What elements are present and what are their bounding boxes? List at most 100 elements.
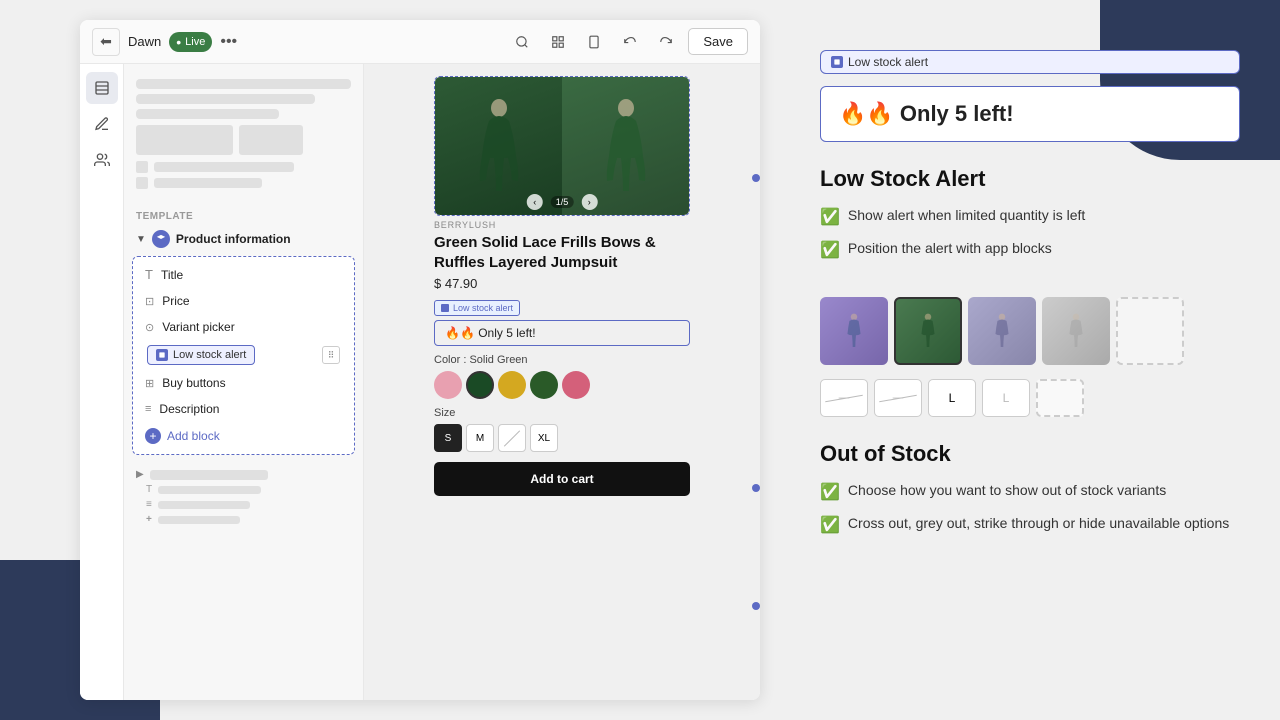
block-list-panel: T Title ⊡ Price ⊙ Variant picker (132, 256, 355, 455)
block-item-description[interactable]: ≡ Description (133, 396, 354, 422)
size-grid-empty (1036, 379, 1084, 417)
right-panel: Low stock alert 🔥🔥 Only 5 left! Low Stoc… (780, 0, 1280, 720)
editor-body: TEMPLATE ▼ Product information T Tit (80, 64, 760, 700)
block-item-low-stock[interactable]: Low stock alert ⠿ (137, 340, 350, 370)
main-layout: ⬅ Dawn Live ••• (0, 0, 1280, 720)
save-button[interactable]: Save (688, 28, 748, 55)
sidebar-icon-theme[interactable] (86, 108, 118, 140)
selection-dot-mr (752, 484, 760, 492)
block-item-price[interactable]: ⊡ Price (133, 288, 354, 314)
low-stock-alert-tag: Low stock alert (434, 300, 520, 316)
block-title-label: Title (161, 268, 183, 282)
product-info-label: Product information (176, 232, 291, 246)
color-swatch-dark-green[interactable] (530, 371, 558, 399)
add-to-cart-button[interactable]: Add to cart (434, 462, 690, 496)
size-grid-xs[interactable] (820, 379, 868, 417)
product-thumb-3 (968, 297, 1036, 365)
low-stock-tag-box (441, 304, 449, 312)
color-swatch-yellow[interactable] (498, 371, 526, 399)
alert-badge-label: Low stock alert (848, 55, 928, 69)
size-grid-s[interactable] (874, 379, 922, 417)
low-stock-chip-label: Low stock alert (173, 349, 246, 361)
figure-silhouette-left (474, 96, 524, 196)
undo-button[interactable] (616, 28, 644, 56)
skeleton-2 (136, 94, 315, 104)
low-stock-heading: Low Stock Alert (820, 166, 1240, 192)
back-button[interactable]: ⬅ (92, 28, 120, 56)
carousel-next[interactable]: › (581, 194, 597, 210)
carousel-counter: 1/5 (551, 196, 574, 208)
only-5-text: 🔥🔥 Only 5 left! (839, 101, 1014, 126)
block-variant-label: Variant picker (162, 320, 234, 334)
thumb-figure-2 (910, 313, 946, 349)
size-s[interactable]: S (434, 424, 462, 452)
block-item-buy-buttons[interactable]: ⊞ Buy buttons (133, 370, 354, 396)
block-item-title[interactable]: T Title (133, 261, 354, 288)
desc-icon: ≡ (145, 403, 151, 415)
thumb-figure-3 (984, 313, 1020, 349)
feature-item-3: ✅ Choose how you want to show out of sto… (820, 481, 1240, 504)
size-label: Size (434, 407, 690, 419)
sidebar-icon-users[interactable] (86, 144, 118, 176)
product-price: $ 47.90 (434, 276, 690, 291)
color-swatch-green[interactable] (466, 371, 494, 399)
sidebar-icon-sections[interactable] (86, 72, 118, 104)
low-stock-chip-icon (156, 349, 168, 361)
low-stock-alert-container: Low stock alert 🔥🔥 Only 5 left! (434, 299, 690, 346)
alert-badge: Low stock alert (820, 50, 1240, 74)
check-icon-3: ✅ (820, 482, 840, 504)
more-menu-button[interactable]: ••• (220, 33, 237, 51)
product-info-row[interactable]: ▼ Product information (124, 224, 363, 254)
editor-panel: ⬅ Dawn Live ••• (0, 0, 780, 720)
chevron-down-icon: ▼ (136, 234, 146, 245)
size-l[interactable] (498, 424, 526, 452)
color-swatch-pink[interactable] (434, 371, 462, 399)
low-stock-message: 🔥🔥 Only 5 left! (445, 326, 536, 340)
grid-button[interactable] (544, 28, 572, 56)
block-item-variant-picker[interactable]: ⊙ Variant picker (133, 314, 354, 340)
carousel-prev[interactable]: ‹ (527, 194, 543, 210)
theme-name: Dawn (128, 34, 161, 49)
preview-inner: ‹ 1/5 › BERRYLUSH Green Solid Lace Frill… (422, 64, 702, 508)
carousel-nav: ‹ 1/5 › (527, 194, 598, 210)
drag-handle[interactable]: ⠿ (322, 346, 340, 364)
buy-icon: ⊞ (145, 377, 154, 390)
alert-badge-icon (831, 56, 843, 68)
low-stock-tag-label: Low stock alert (453, 303, 513, 313)
feature-item-1: ✅ Show alert when limited quantity is le… (820, 206, 1240, 229)
title-icon: T (145, 267, 153, 282)
search-button[interactable] (508, 28, 536, 56)
preview-panel: ‹ 1/5 › BERRYLUSH Green Solid Lace Frill… (364, 64, 760, 700)
size-buttons: S M XL (434, 424, 690, 452)
template-label: TEMPLATE (124, 203, 363, 224)
block-buy-label: Buy buttons (162, 376, 225, 390)
live-badge: Live (169, 32, 212, 52)
feature-text-2: Position the alert with app blocks (848, 239, 1052, 259)
block-price-label: Price (162, 294, 189, 308)
size-xl[interactable]: XL (530, 424, 558, 452)
selection-dot-tr (752, 174, 760, 182)
size-grid-l[interactable]: L (982, 379, 1030, 417)
size-m[interactable]: M (466, 424, 494, 452)
mobile-preview-button[interactable] (580, 28, 608, 56)
live-label: Live (185, 36, 205, 48)
redo-button[interactable] (652, 28, 680, 56)
product-title: Green Solid Lace Frills Bows & Ruffles L… (434, 233, 690, 272)
block-desc-label: Description (159, 402, 219, 416)
add-block-row[interactable]: + Add block (133, 422, 354, 450)
out-of-stock-features: ✅ Choose how you want to show out of sto… (820, 481, 1240, 548)
color-swatch-rose[interactable] (562, 371, 590, 399)
low-stock-box: 🔥🔥 Only 5 left! (434, 320, 690, 346)
product-brand: BERRYLUSH (434, 220, 690, 230)
feature-text-1: Show alert when limited quantity is left (848, 206, 1085, 226)
feature-item-2: ✅ Position the alert with app blocks (820, 239, 1240, 262)
feature-item-4: ✅ Cross out, grey out, strike through or… (820, 514, 1240, 537)
figure-silhouette-right (601, 96, 651, 196)
product-image-grid (820, 297, 1240, 365)
color-swatches (434, 371, 690, 399)
add-block-label: Add block (167, 429, 220, 443)
thumb-figure-1 (836, 313, 872, 349)
out-of-stock-heading: Out of Stock (820, 441, 1240, 467)
browser-chrome: ⬅ Dawn Live ••• (80, 20, 760, 700)
size-grid-m[interactable]: L (928, 379, 976, 417)
